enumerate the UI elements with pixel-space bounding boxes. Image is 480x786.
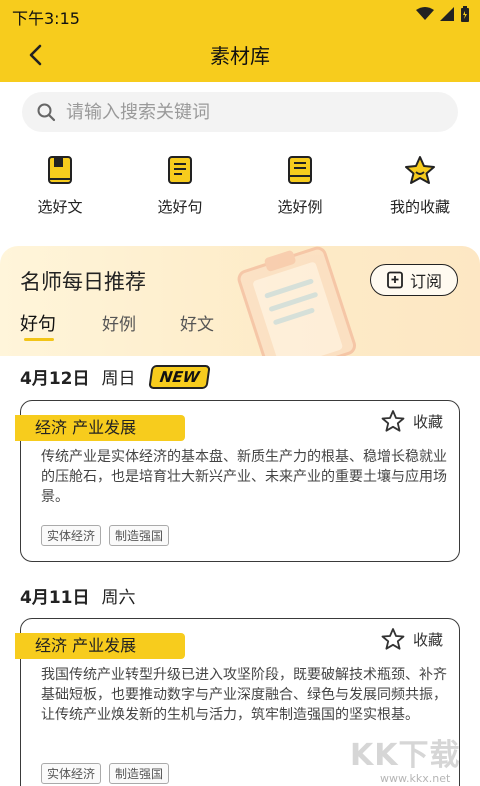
status-time: 下午3:15 (12, 9, 80, 28)
search-bar[interactable] (22, 92, 458, 132)
keyword-chip[interactable]: 制造强国 (109, 763, 170, 784)
watermark-url: www.kkx.net (380, 772, 451, 785)
search-icon (37, 103, 56, 122)
title-bar: 素材库 (0, 30, 480, 82)
status-bar: 下午3:15 (0, 0, 480, 30)
add-bookmark-icon (387, 271, 403, 289)
subscribe-button[interactable]: 订阅 (370, 264, 458, 296)
watermark: KK下载 www.kkx.net (350, 730, 480, 786)
wifi-icon (416, 7, 434, 20)
active-tab-indicator (24, 338, 54, 341)
page-title: 素材库 (210, 44, 270, 68)
document-icon (288, 156, 312, 184)
notebook-icon (168, 156, 192, 184)
quick-action-label: 我的收藏 (389, 198, 450, 216)
quote-text: 传统产业是实体经济的基本盘、新质生产力的根基、稳增长稳就业的压舱石，也是培育壮大… (41, 449, 447, 505)
favorite-label: 收藏 (412, 412, 443, 431)
tab-good-sentences[interactable]: 好句 (20, 310, 56, 336)
weekday-text: 周日 (101, 369, 136, 389)
quick-action-good-sentences[interactable]: 选好句 (120, 150, 240, 230)
watermark-brand: KK下载 (350, 738, 461, 773)
keyword-chip[interactable]: 实体经济 (41, 525, 102, 546)
battery-icon (461, 6, 469, 22)
quick-action-good-examples[interactable]: 选好例 (240, 150, 360, 230)
quick-action-label: 选好文 (37, 198, 83, 216)
favorite-button[interactable]: 收藏 (381, 627, 443, 651)
quote-text: 我国传统产业转型升级已进入攻坚阶段，既要破解技术瓶颈、补齐基础短板，也要推动数字… (41, 667, 447, 723)
quote-card[interactable]: 经济 产业发展 收藏 传统产业是实体经济的基本盘、新质生产力的根基、稳增长稳就业… (15, 400, 460, 562)
tab-good-articles[interactable]: 好文 (180, 310, 214, 335)
weekday-text: 周六 (101, 588, 136, 608)
category-tag: 经济 产业发展 (15, 633, 185, 659)
signal-icon (440, 7, 454, 21)
keyword-chip[interactable]: 实体经济 (41, 763, 102, 784)
system-icons (416, 6, 470, 22)
date-header: 4月12日 周日 NEW (20, 364, 211, 389)
favorite-button[interactable]: 收藏 (381, 409, 443, 433)
book-icon (48, 156, 72, 184)
quick-action-label: 选好例 (277, 198, 323, 216)
category-tag: 经济 产业发展 (15, 415, 185, 441)
recommend-tabs: 好句 好例 好文 (0, 310, 480, 350)
search-input[interactable] (66, 98, 446, 126)
tab-good-examples[interactable]: 好例 (102, 310, 136, 335)
quick-action-my-favorites[interactable]: 我的收藏 (360, 150, 480, 230)
new-badge: NEW (147, 364, 211, 389)
star-outline-icon (381, 410, 405, 432)
keyword-chips: 实体经济 制造强国 (41, 763, 170, 784)
date-text: 4月11日 (20, 588, 90, 608)
keyword-chips: 实体经济 制造强国 (41, 525, 170, 546)
quick-action-good-articles[interactable]: 选好文 (0, 150, 120, 230)
recommend-title: 名师每日推荐 (20, 270, 146, 294)
star-icon (405, 156, 435, 184)
quick-actions: 选好文 选好句 选好例 我的收藏 (0, 150, 480, 230)
daily-recommend-panel: 名师每日推荐 订阅 好句 好例 好文 (0, 246, 480, 356)
date-header: 4月11日 周六 (20, 583, 150, 608)
quick-action-label: 选好句 (157, 198, 203, 216)
keyword-chip[interactable]: 制造强国 (109, 525, 170, 546)
date-text: 4月12日 (20, 369, 90, 389)
favorite-label: 收藏 (412, 630, 443, 649)
subscribe-label: 订阅 (409, 272, 442, 291)
star-outline-icon (381, 628, 405, 650)
